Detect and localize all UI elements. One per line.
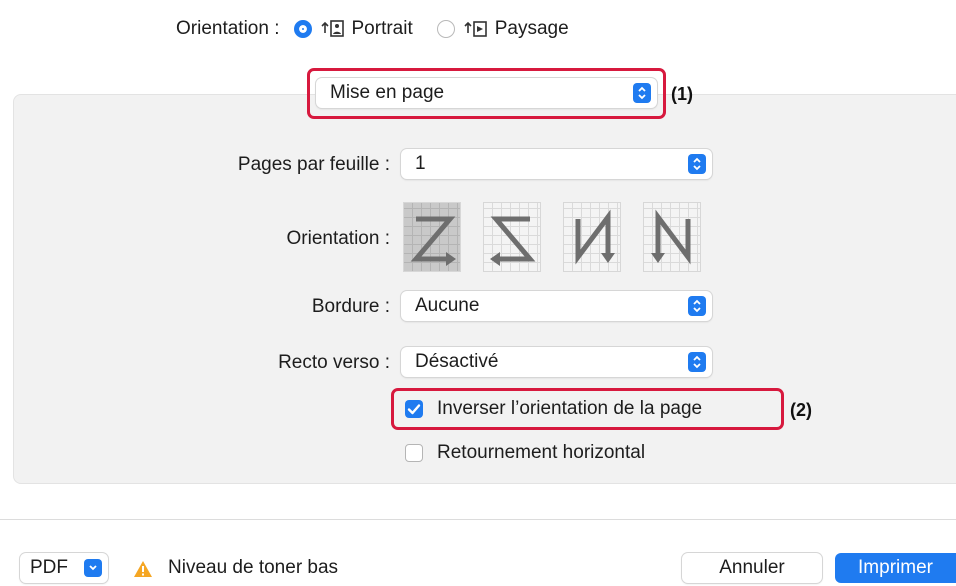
duplex-label: Recto verso : bbox=[278, 352, 390, 373]
section-popup-chevron-icon bbox=[633, 83, 651, 103]
pages-per-sheet-value: 1 bbox=[415, 153, 426, 174]
cancel-button[interactable]: Annuler bbox=[682, 553, 822, 583]
footer-divider bbox=[0, 519, 956, 520]
warning-icon bbox=[134, 561, 152, 577]
n-reverse-icon bbox=[575, 209, 615, 265]
layout-orientation-label: Orientation : bbox=[286, 228, 391, 249]
top-orientation-row: Orientation : Portrait Paysage bbox=[176, 14, 569, 44]
pdf-chevron-down-icon bbox=[84, 559, 102, 577]
duplex-chevron-icon bbox=[688, 352, 706, 372]
portrait-label[interactable]: Portrait bbox=[352, 18, 413, 40]
warning-text: Niveau de toner bas bbox=[168, 557, 339, 578]
z-right-to-left-icon bbox=[490, 216, 536, 266]
landscape-icon bbox=[464, 21, 487, 37]
border-label: Bordure : bbox=[311, 296, 390, 317]
section-popup-value: Mise en page bbox=[330, 82, 445, 103]
flip-horizontal-checkbox[interactable] bbox=[405, 444, 423, 462]
border-popup[interactable]: Aucune bbox=[401, 291, 712, 321]
duplex-popup[interactable]: Désactivé bbox=[401, 347, 712, 377]
section-popup[interactable]: Mise en page bbox=[316, 78, 657, 108]
pdf-menu-button[interactable]: PDF bbox=[20, 553, 108, 583]
pages-per-sheet-chevron-icon bbox=[688, 154, 706, 174]
landscape-radio[interactable] bbox=[436, 20, 455, 38]
z-left-to-right-icon bbox=[410, 216, 456, 266]
reverse-orientation-label[interactable]: Inverser l’orientation de la page bbox=[437, 398, 702, 420]
portrait-radio[interactable] bbox=[293, 20, 312, 38]
border-chevron-icon bbox=[688, 296, 706, 316]
pages-per-sheet-popup[interactable]: 1 bbox=[401, 149, 712, 179]
orientation-label: Orientation : bbox=[176, 18, 280, 39]
pages-per-sheet-label: Pages par feuille : bbox=[237, 154, 390, 175]
checkmark-icon bbox=[407, 404, 421, 415]
duplex-value: Désactivé bbox=[415, 351, 499, 372]
orientation-tile-n-reverse[interactable] bbox=[563, 202, 621, 272]
portrait-icon bbox=[320, 20, 344, 37]
reverse-orientation-checkbox[interactable] bbox=[405, 400, 423, 418]
landscape-label[interactable]: Paysage bbox=[495, 18, 569, 40]
flip-horizontal-label[interactable]: Retournement horizontal bbox=[437, 442, 645, 464]
border-value: Aucune bbox=[415, 295, 480, 316]
orientation-tile-n-ttb[interactable] bbox=[643, 202, 701, 272]
n-top-to-bottom-icon bbox=[651, 209, 691, 265]
print-button[interactable]: Imprimer bbox=[835, 553, 956, 583]
callout-1-label: (1) bbox=[671, 84, 693, 104]
orientation-tile-z-ltr[interactable] bbox=[403, 202, 461, 272]
callout-2-label: (2) bbox=[790, 400, 812, 420]
orientation-tile-z-rtl[interactable] bbox=[483, 202, 541, 272]
pdf-label: PDF bbox=[30, 557, 68, 578]
